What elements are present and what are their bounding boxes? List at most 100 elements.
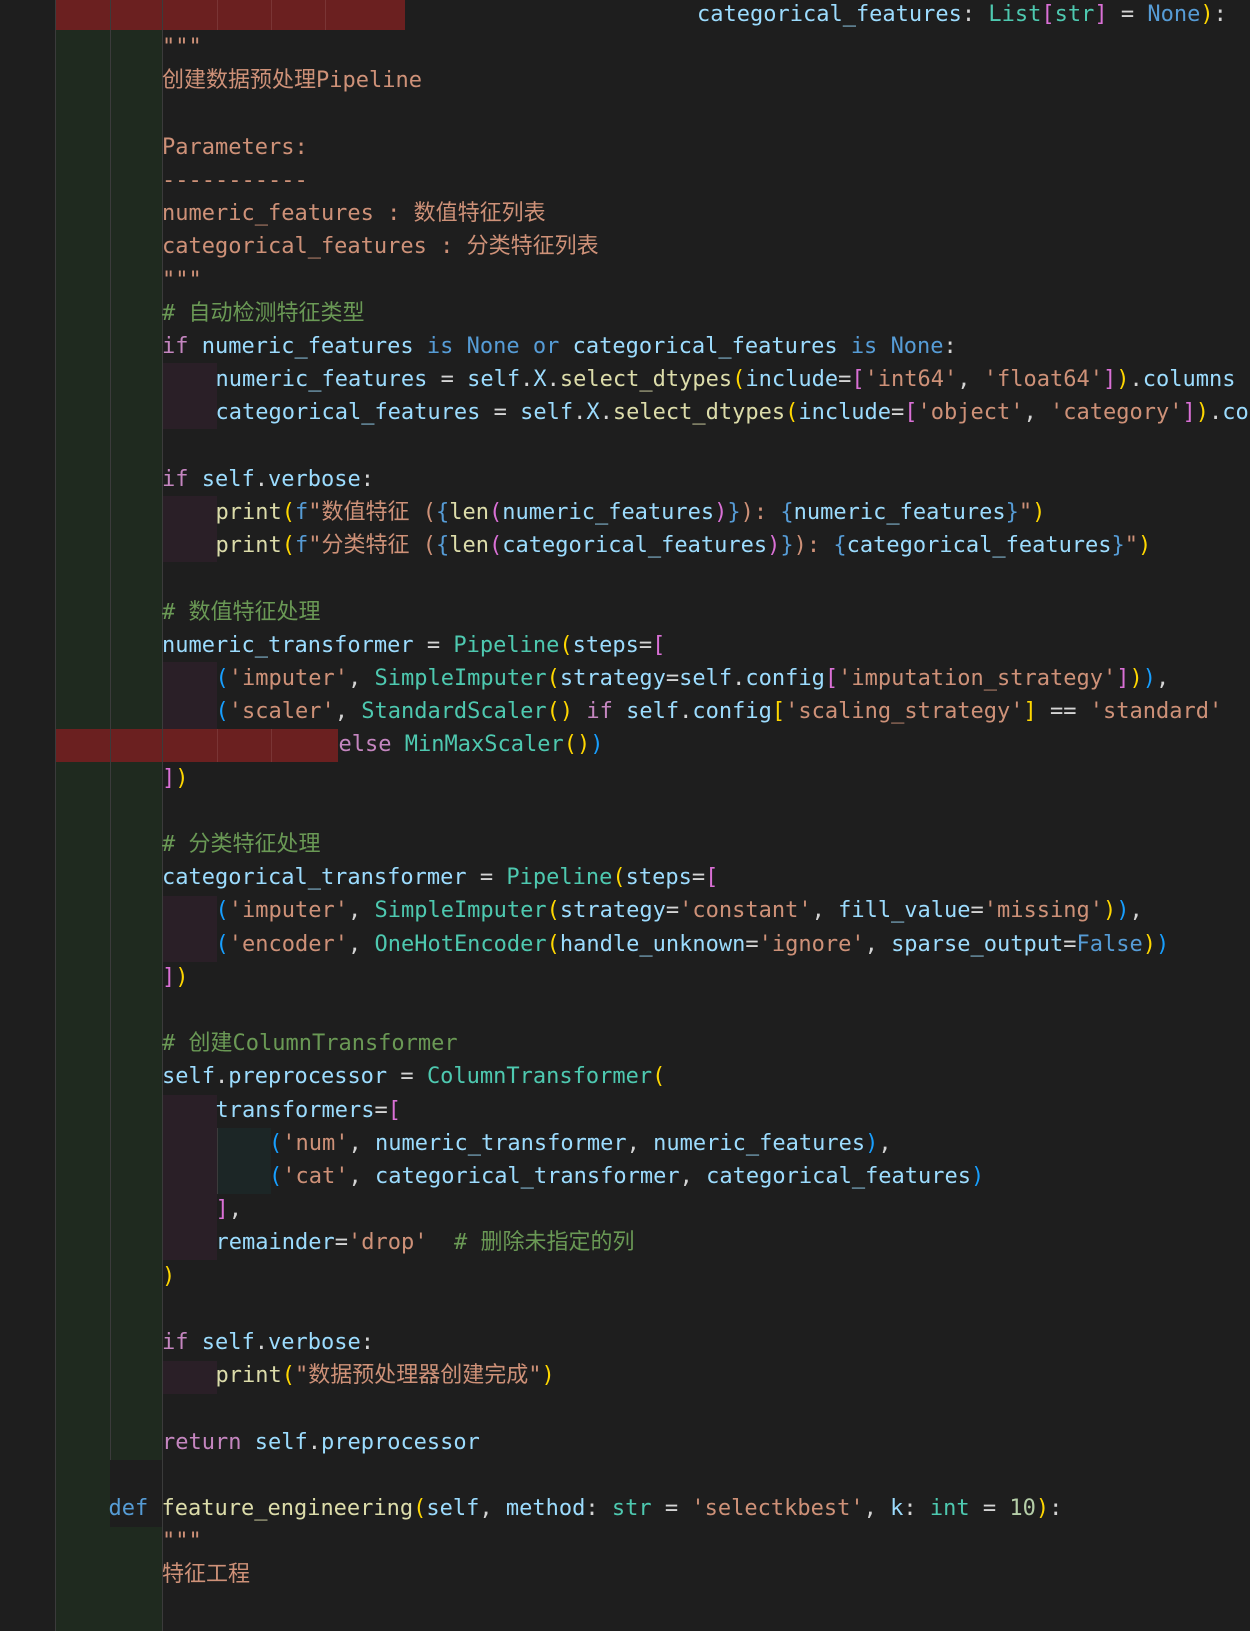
code-token: :: [1213, 2, 1227, 27]
code-line[interactable]: remainder='drop' # 删除未指定的列: [216, 1226, 635, 1259]
code-token: print: [215, 500, 282, 525]
code-line[interactable]: print("数据预处理器创建完成"): [216, 1359, 555, 1392]
code-line[interactable]: self.preprocessor = ColumnTransformer(: [162, 1060, 665, 1093]
code-token: List: [988, 2, 1042, 27]
code-token: =: [334, 1230, 348, 1256]
code-token: ): [1116, 898, 1130, 924]
code-token: .: [546, 367, 560, 393]
code-line[interactable]: else MinMaxScaler()): [339, 728, 604, 761]
code-token: ,: [626, 1130, 654, 1156]
code-line[interactable]: ],: [216, 1193, 243, 1226]
code-line[interactable]: ]): [162, 762, 189, 795]
code-line[interactable]: # 创建ColumnTransformer: [162, 1027, 458, 1060]
code-line[interactable]: def feature_engineering(self, method: st…: [109, 1492, 1063, 1525]
code-line[interactable]: transformers=[: [216, 1094, 401, 1127]
code-token: select_dtypes: [559, 367, 733, 393]
code-token: ): [1129, 666, 1143, 691]
code-token: ): [767, 533, 781, 559]
code-line[interactable]: numeric_features : 数值特征列表: [162, 197, 546, 230]
code-line[interactable]: if self.verbose:: [162, 1326, 374, 1359]
code-token: 'selectkbest': [691, 1496, 864, 1521]
code-line[interactable]: """: [162, 31, 202, 64]
code-token: {: [833, 533, 847, 559]
code-line[interactable]: Parameters:: [162, 131, 308, 164]
code-token: ]: [162, 964, 176, 990]
code-token: else: [338, 732, 392, 758]
code-token: (: [652, 1064, 666, 1090]
code-token: =: [838, 367, 852, 393]
code-token: columns: [1142, 367, 1236, 393]
code-token: print: [215, 1363, 282, 1389]
code-line[interactable]: categorical_transformer = Pipeline(steps…: [162, 861, 718, 894]
code-line[interactable]: # 分类特征处理: [162, 828, 321, 861]
code-line[interactable]: if numeric_features is None or categoric…: [162, 330, 957, 363]
code-line[interactable]: ): [162, 1260, 175, 1293]
code-line[interactable]: print(f"数值特征 ({len(numeric_features)}): …: [216, 496, 1046, 529]
code-line[interactable]: # 自动检测特征类型: [162, 297, 365, 330]
code-token: ,: [1156, 666, 1170, 691]
code-token: preprocessor: [228, 1064, 388, 1090]
code-token: categorical_features : 分类特征列表: [162, 234, 599, 260]
code-line[interactable]: print(f"分类特征 ({len(categorical_features)…: [216, 529, 1152, 562]
code-line[interactable]: 创建数据预处理Pipeline: [162, 64, 422, 97]
code-line[interactable]: ('imputer', SimpleImputer(strategy=self.…: [216, 662, 1170, 695]
code-token: numeric_features: [653, 1130, 866, 1156]
code-token: sparse_output: [891, 931, 1064, 957]
code-token: }: [780, 533, 794, 559]
code-line[interactable]: ('scaler', StandardScaler() if self.conf…: [216, 695, 1223, 728]
code-token: categorical_features: [706, 1164, 972, 1189]
code-editor[interactable]: categorical_features: List[str] = None):…: [0, 0, 1250, 1631]
code-line[interactable]: ('cat', categorical_transformer, categor…: [269, 1160, 984, 1193]
code-token: (: [488, 533, 503, 559]
code-line[interactable]: ('num', numeric_transformer, numeric_fea…: [269, 1127, 892, 1160]
code-line[interactable]: return self.preprocessor: [162, 1426, 480, 1459]
code-line[interactable]: numeric_transformer = Pipeline(steps=[: [162, 629, 665, 662]
code-token: 'encoder': [228, 931, 348, 957]
code-token: 特征工程: [162, 1562, 251, 1588]
code-token: ,: [348, 1164, 375, 1189]
code-line[interactable]: categorical_features: List[str] = None):: [697, 0, 1227, 31]
code-line[interactable]: """: [162, 1525, 202, 1558]
code-token: .: [307, 1429, 321, 1455]
code-line[interactable]: categorical_features : 分类特征列表: [162, 230, 599, 263]
code-line[interactable]: # 数值特征处理: [162, 596, 321, 629]
code-token: ColumnTransformer: [426, 1064, 653, 1090]
code-token: ]: [1182, 400, 1196, 426]
code-line[interactable]: """: [162, 264, 202, 297]
code-token: transformers: [215, 1097, 375, 1123]
code-token: =: [891, 400, 905, 426]
code-token: """: [162, 1529, 202, 1555]
code-token: len: [449, 533, 489, 559]
code-line[interactable]: -----------: [162, 164, 308, 197]
code-token: steps: [625, 865, 692, 891]
code-line[interactable]: numeric_features = self.X.select_dtypes(…: [216, 363, 1236, 396]
code-token: 'ignore': [758, 931, 865, 957]
code-token: columns: [1222, 400, 1250, 426]
code-token: ): [971, 1164, 985, 1189]
code-token: ,: [679, 1164, 707, 1189]
code-token: (: [215, 898, 229, 924]
code-lines[interactable]: categorical_features: List[str] = None):…: [0, 0, 1250, 1631]
code-token: self: [254, 1429, 308, 1455]
code-token: ,: [878, 1130, 892, 1156]
code-token: =: [466, 865, 507, 891]
code-token: ,: [1129, 898, 1143, 924]
code-token: handle_unknown: [559, 931, 746, 957]
code-token: # 删除未指定的列: [453, 1230, 635, 1256]
code-line[interactable]: categorical_features = self.X.select_dty…: [216, 396, 1250, 429]
code-line[interactable]: ]): [162, 961, 189, 994]
code-line[interactable]: ('encoder', OneHotEncoder(handle_unknown…: [216, 928, 1170, 961]
code-token: numeric_features: [793, 500, 1006, 525]
code-token: ,: [334, 699, 362, 725]
code-line[interactable]: if self.verbose:: [162, 463, 374, 496]
code-token: .: [599, 400, 613, 426]
code-token: (: [559, 632, 573, 658]
code-token: 'scaling_strategy': [785, 699, 1024, 725]
code-line[interactable]: ('imputer', SimpleImputer(strategy='cons…: [216, 894, 1143, 927]
code-token: }: [727, 500, 741, 525]
code-line[interactable]: 特征工程: [162, 1558, 250, 1591]
